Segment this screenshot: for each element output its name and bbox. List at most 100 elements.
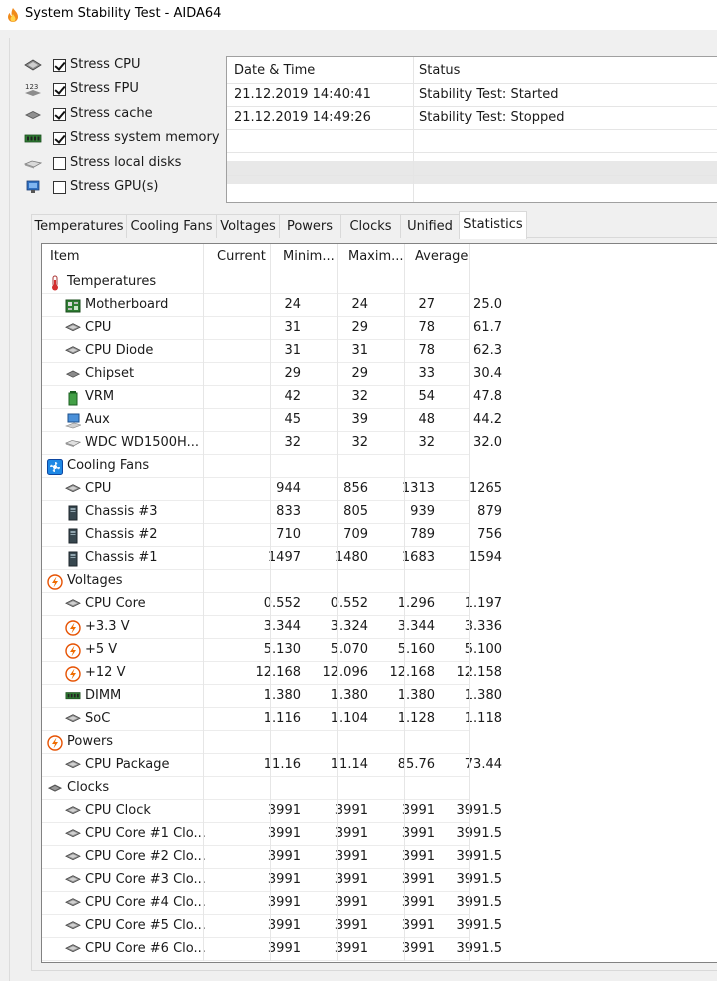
group-label: Voltages [67,573,123,588]
current-value: 3991 [267,872,301,887]
average-value: 12.158 [456,665,503,680]
maximum-value: 1683 [401,550,435,565]
stress-memory-option[interactable]: Stress system memory [22,129,222,149]
maximum-value: 3991 [401,849,435,864]
average-value: 1265 [468,481,502,496]
log-row-datetime: 21.12.2019 14:49:26 [234,110,371,125]
average-value: 3.336 [464,619,502,634]
chipset-icon [65,367,81,382]
column-header-minimum[interactable]: Minim... [283,249,335,264]
stress-gpu-label: Stress GPU(s) [70,179,159,194]
minimum-value: 24 [351,297,368,312]
voltage-bolt-icon [47,735,63,751]
column-header-item[interactable]: Item [50,249,80,264]
average-value: 1594 [468,550,502,565]
cpu-chip-icon [65,597,81,612]
tab-temperatures[interactable]: Temperatures [31,214,127,238]
group-label: Temperatures [67,274,157,289]
minimum-value: 3991 [334,803,368,818]
tab-voltages[interactable]: Voltages [216,214,280,238]
stress-disks-checkbox[interactable] [53,157,66,170]
tab-unified[interactable]: Unified [400,214,460,238]
average-value: 5.100 [464,642,502,657]
item-name: +12 V [85,665,126,680]
average-value: 73.44 [464,757,502,772]
log-header-status[interactable]: Status [419,63,460,78]
maximum-value: 54 [418,389,435,404]
minimum-value: 32 [351,435,368,450]
item-name: CPU [85,481,112,496]
stress-memory-checkbox[interactable] [53,132,66,145]
current-value: 29 [284,366,301,381]
item-name: Motherboard [85,297,169,312]
minimum-value: 32 [351,389,368,404]
stress-disks-option[interactable]: Stress local disks [22,154,222,174]
minimum-value: 3991 [334,849,368,864]
stress-memory-label: Stress system memory [70,130,220,145]
column-header-maximum[interactable]: Maxim... [348,249,404,264]
test-log-list[interactable]: Date & Time Status 21.12.2019 14:40:41 S… [226,56,717,203]
stress-fpu-checkbox[interactable] [53,83,66,96]
current-value: 3991 [267,849,301,864]
column-header-average[interactable]: Average [415,249,468,264]
current-value: 31 [284,320,301,335]
cpu-chip-icon [24,59,42,71]
current-value: 3991 [267,826,301,841]
tab-cooling-fans[interactable]: Cooling Fans [126,214,217,238]
average-value: 1.118 [464,711,502,726]
maximum-value: 48 [418,412,435,427]
chassis-icon [65,505,81,521]
cpu-chip-icon [65,896,81,911]
frame-divider [9,38,10,981]
current-value: 944 [276,481,301,496]
cpu-chip-icon [65,850,81,865]
minimum-value: 3991 [334,826,368,841]
grid-column-divider [270,244,271,961]
stress-gpu-option[interactable]: Stress GPU(s) [22,178,222,198]
average-value: 3991.5 [456,918,503,933]
minimum-value: 709 [343,527,368,542]
grid-column-divider [337,244,338,961]
tab-clocks[interactable]: Clocks [340,214,401,238]
current-value: 24 [284,297,301,312]
column-header-current[interactable]: Current [217,249,266,264]
average-value: 47.8 [473,389,502,404]
maximum-value: 12.168 [389,665,436,680]
cpu-chip-icon [65,827,81,842]
cpu-chip-icon [65,482,81,497]
log-header-datetime[interactable]: Date & Time [234,63,315,78]
thermometer-icon [47,275,63,291]
log-row-divider [227,175,717,176]
log-row-divider [227,129,717,130]
cpu-chip-icon [65,873,81,888]
chassis-icon [65,528,81,544]
tab-statistics[interactable]: Statistics [459,211,527,239]
voltage-bolt-icon [65,666,81,682]
stress-cpu-option[interactable]: Stress CPU [22,56,222,76]
stress-fpu-option[interactable]: 123 Stress FPU [22,80,222,100]
stress-cache-label: Stress cache [70,106,153,121]
item-name: Chassis #1 [85,550,158,565]
aux-computer-icon [65,413,82,429]
grid-header: Item Current Minim... Maxim... Average [42,244,717,271]
minimum-value: 12.096 [322,665,369,680]
sensor-tabs: Temperatures Cooling Fans Voltages Power… [31,211,717,239]
stress-fpu-label: Stress FPU [70,81,139,96]
cpu-chip-icon [65,321,81,336]
minimum-value: 856 [343,481,368,496]
log-column-divider [413,57,414,202]
average-value: 756 [477,527,502,542]
stress-cache-option[interactable]: Stress cache [22,105,222,125]
log-row-datetime: 21.12.2019 14:40:41 [234,87,371,102]
tab-powers[interactable]: Powers [279,214,341,238]
memory-module-icon [65,689,81,704]
stress-cpu-checkbox[interactable] [53,59,66,72]
grid-column-divider [469,244,470,961]
log-header-divider [227,83,717,84]
stress-cache-checkbox[interactable] [53,108,66,121]
current-value: 31 [284,343,301,358]
statistics-grid[interactable]: Item Current Minim... Maxim... Average T… [41,243,717,963]
stress-cpu-label: Stress CPU [70,57,141,72]
minimum-value: 3991 [334,895,368,910]
stress-gpu-checkbox[interactable] [53,181,66,194]
